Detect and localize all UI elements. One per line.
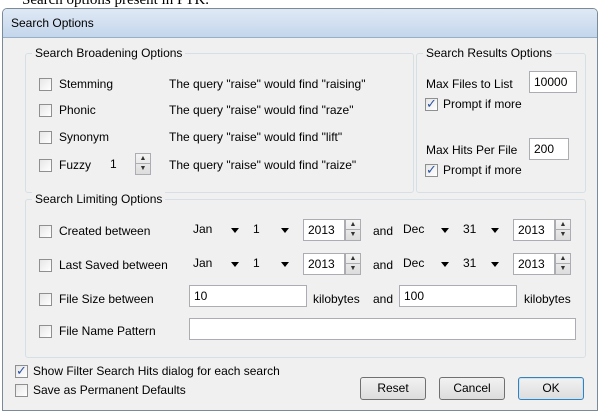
chevron-down-icon [231, 262, 239, 267]
file-size-and-label: and [373, 292, 394, 306]
created-from-year-input[interactable]: 2013 [303, 219, 345, 241]
synonym-checkbox[interactable] [39, 131, 52, 144]
saved-from-day-value: 1 [253, 256, 260, 270]
chevron-down-icon [441, 262, 449, 267]
stemming-checkbox[interactable] [39, 78, 52, 91]
spin-down-icon[interactable]: ▼ [346, 264, 360, 274]
chevron-down-icon [441, 228, 449, 233]
results-legend: Search Results Options [423, 46, 556, 60]
created-to-year-input[interactable]: 2013 [513, 219, 555, 241]
prompt-more-files-label: Prompt if more [443, 97, 522, 111]
phonic-checkbox[interactable] [39, 104, 52, 117]
search-options-dialog: Search Options Search Broadening Options… [2, 8, 598, 411]
chevron-down-icon [281, 262, 289, 267]
stemming-desc: The query "raise" would find "raising" [169, 77, 366, 91]
file-size-label: File Size between [59, 292, 154, 306]
chevron-down-icon [281, 228, 289, 233]
created-to-year-spinner[interactable]: ▲ ▼ [555, 219, 571, 241]
show-filter-label: Show Filter Search Hits dialog for each … [33, 364, 280, 378]
created-to-month-value: Dec [403, 222, 425, 236]
saved-to-year-spinner[interactable]: ▲ ▼ [555, 253, 571, 275]
saved-and-label: and [373, 258, 394, 272]
prompt-more-hits-checkbox[interactable] [425, 162, 438, 178]
saved-to-year-input[interactable]: 2013 [513, 253, 555, 275]
file-name-pattern-checkbox[interactable] [39, 325, 52, 338]
spin-down-icon[interactable]: ▼ [556, 230, 570, 240]
created-from-day-value: 1 [253, 222, 260, 236]
saved-from-year-input[interactable]: 2013 [303, 253, 345, 275]
saved-from-year-spinner[interactable]: ▲ ▼ [345, 253, 361, 275]
created-checkbox[interactable] [39, 225, 52, 238]
synonym-desc: The query "raise" would find "lift" [169, 130, 343, 144]
prompt-more-hits-label: Prompt if more [443, 163, 522, 177]
reset-button[interactable]: Reset [360, 377, 426, 400]
max-files-label: Max Files to List [426, 77, 513, 91]
created-label: Created between [59, 224, 151, 238]
created-and-label: and [373, 224, 394, 238]
synonym-label: Synonym [59, 130, 110, 144]
show-filter-checkbox[interactable] [15, 363, 28, 379]
chevron-down-icon [231, 228, 239, 233]
file-size-min-input[interactable]: 10 [189, 285, 307, 307]
file-size-max-unit: kilobytes [524, 292, 571, 306]
spin-up-icon[interactable]: ▲ [346, 220, 360, 230]
created-to-day-select[interactable]: 31 [459, 219, 505, 241]
phonic-desc: The query "raise" would find "raze" [169, 103, 354, 117]
created-from-month-value: Jan [193, 222, 213, 236]
phonic-label: Phonic [59, 103, 96, 117]
created-to-month-select[interactable]: Dec [399, 219, 455, 241]
created-from-month-select[interactable]: Jan [189, 219, 245, 241]
spin-up-icon[interactable]: ▲ [556, 220, 570, 230]
created-from-year-spinner[interactable]: ▲ ▼ [345, 219, 361, 241]
spin-down-icon[interactable]: ▼ [556, 264, 570, 274]
dialog-title: Search Options [3, 9, 597, 38]
broadening-group: Search Broadening Options [25, 46, 414, 193]
spin-down-icon[interactable]: ▼ [136, 164, 150, 174]
file-size-max-input[interactable]: 100 [399, 285, 517, 307]
fuzzy-label: Fuzzy [59, 158, 92, 172]
spin-up-icon[interactable]: ▲ [346, 254, 360, 264]
saved-from-month-value: Jan [193, 256, 213, 270]
file-name-pattern-input[interactable] [189, 318, 576, 340]
chevron-down-icon [491, 228, 499, 233]
spin-up-icon[interactable]: ▲ [136, 154, 150, 164]
fuzzy-checkbox[interactable] [39, 159, 52, 172]
saved-to-month-value: Dec [403, 256, 425, 270]
last-saved-label: Last Saved between [59, 258, 168, 272]
limiting-legend: Search Limiting Options [32, 192, 166, 206]
max-files-input[interactable]: 10000 [529, 71, 577, 93]
file-name-pattern-label: File Name Pattern [59, 324, 156, 338]
save-defaults-label: Save as Permanent Defaults [33, 383, 186, 397]
saved-from-month-select[interactable]: Jan [189, 253, 245, 275]
last-saved-checkbox[interactable] [39, 259, 52, 272]
cancel-button[interactable]: Cancel [439, 377, 505, 400]
saved-to-month-select[interactable]: Dec [399, 253, 455, 275]
file-size-min-unit: kilobytes [313, 292, 360, 306]
created-to-day-value: 31 [463, 222, 477, 236]
saved-to-day-value: 31 [463, 256, 477, 270]
file-size-checkbox[interactable] [39, 293, 52, 306]
ok-button[interactable]: OK [518, 377, 584, 400]
created-from-day-select[interactable]: 1 [249, 219, 295, 241]
fuzzy-desc: The query "raise" would find "raize" [169, 158, 357, 172]
stemming-label: Stemming [59, 77, 114, 91]
broadening-legend: Search Broadening Options [32, 46, 186, 60]
spin-down-icon[interactable]: ▼ [346, 230, 360, 240]
max-hits-label: Max Hits Per File [426, 143, 518, 157]
prompt-more-files-checkbox[interactable] [425, 96, 438, 112]
max-hits-input[interactable]: 200 [529, 138, 569, 160]
saved-from-day-select[interactable]: 1 [249, 253, 295, 275]
spin-up-icon[interactable]: ▲ [556, 254, 570, 264]
save-defaults-checkbox[interactable] [15, 384, 28, 397]
chevron-down-icon [491, 262, 499, 267]
fuzzy-level-input[interactable]: 1 [105, 153, 135, 175]
fuzzy-spinner[interactable]: ▲ ▼ [135, 153, 151, 175]
saved-to-day-select[interactable]: 31 [459, 253, 505, 275]
